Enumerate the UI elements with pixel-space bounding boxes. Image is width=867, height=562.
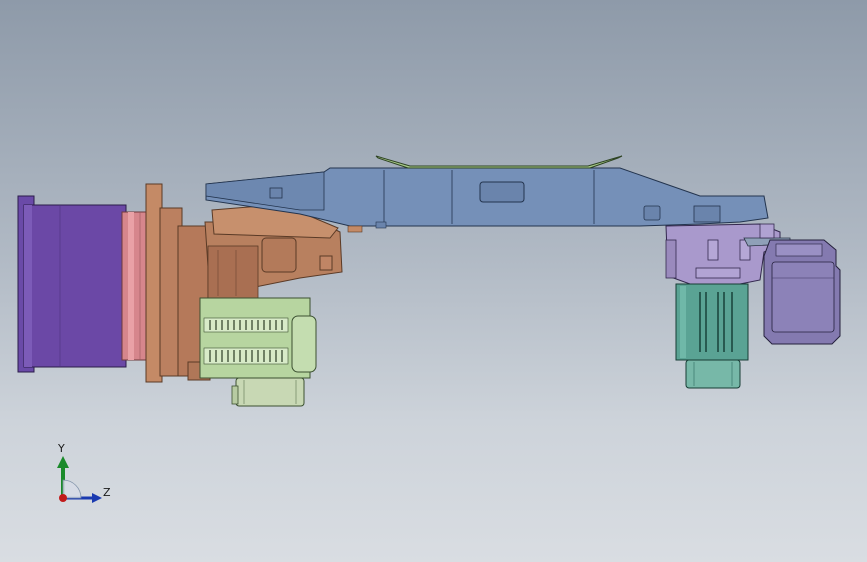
axis2-motor[interactable] <box>199 297 317 407</box>
z-axis-label: Z <box>103 486 111 499</box>
axis4-motor[interactable] <box>763 239 841 345</box>
base-flange[interactable] <box>17 195 127 373</box>
graphics-viewport[interactable]: Y Z <box>0 0 867 562</box>
y-axis-label: Y <box>58 442 65 455</box>
axis3-motor[interactable] <box>675 283 749 389</box>
robot-arm-model[interactable] <box>0 0 867 562</box>
x-axis-origin <box>59 494 67 502</box>
